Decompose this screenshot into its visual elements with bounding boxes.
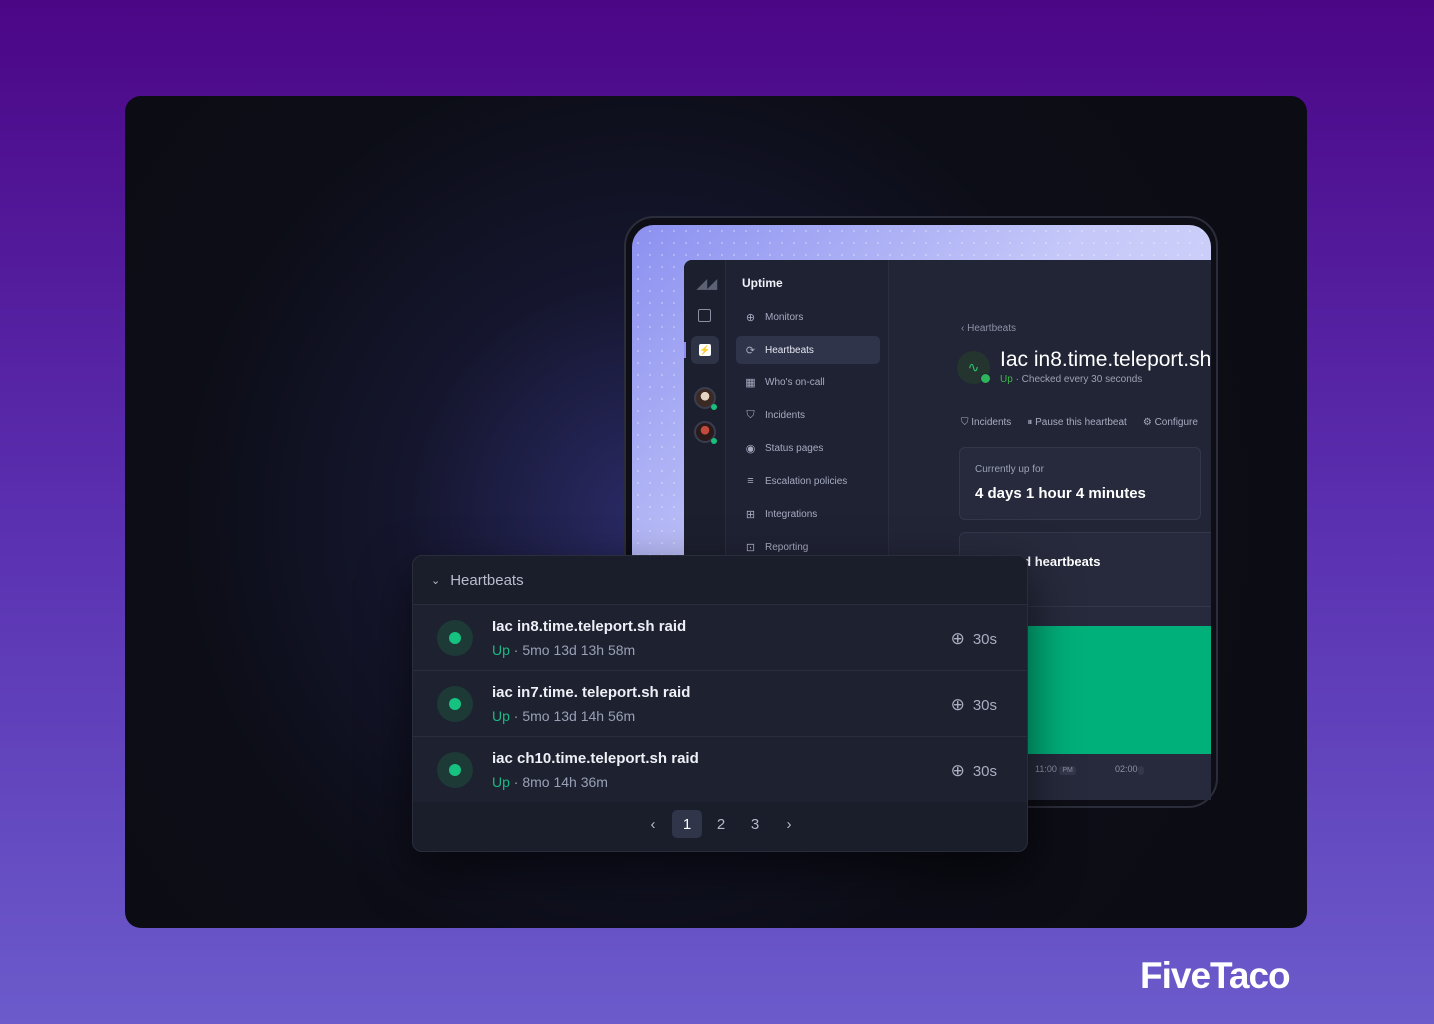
heartbeat-interval: ⊕ 30s — [950, 629, 997, 648]
sidebar-item-heartbeats[interactable]: ⟳ Heartbeats — [736, 336, 880, 364]
sidebar-item-label: Reporting — [765, 541, 809, 553]
sidebar-item-label: Monitors — [765, 311, 804, 323]
page-3-button[interactable]: 3 — [740, 810, 770, 838]
heartbeat-name: iac ch10.time.teleport.sh raid — [492, 750, 699, 767]
escalation-icon: ≡ — [747, 475, 754, 487]
incidents-action[interactable]: ⛉ Incidents — [961, 417, 1011, 428]
globe-icon: ⊕ — [950, 761, 965, 780]
page-1-button[interactable]: 1 — [672, 810, 702, 838]
prev-page-button[interactable]: ‹ — [638, 810, 668, 838]
active-indicator — [684, 342, 686, 358]
configure-action[interactable]: ⚙ Configure — [1143, 417, 1198, 428]
sidebar-item-incidents[interactable]: ⛉ Incidents — [736, 401, 880, 429]
reporting-icon: ⊡ — [745, 541, 756, 554]
sidebar-item-label: Who's on-call — [765, 376, 825, 388]
avatar[interactable] — [694, 421, 717, 444]
chevron-down-icon: ⌄ — [431, 575, 441, 587]
heartbeat-status: Up · 8mo 14h 36m — [492, 774, 608, 790]
calendar-icon: ▦ — [745, 376, 756, 389]
sidebar-item-label: Integrations — [765, 508, 818, 520]
page-title: Iac in8.time.teleport.sh raid — [1000, 348, 1211, 371]
pause-heartbeat-action[interactable]: ⏸ Pause this heartbeat — [1027, 417, 1127, 428]
brand-logo: FiveTaco — [1140, 955, 1291, 996]
uptime-card: Currently up for 4 days 1 hour 4 minutes — [959, 447, 1201, 520]
sidebar-item-who-s-on-call[interactable]: ▦ Who's on-call — [736, 368, 880, 396]
sidebar-item-status-pages[interactable]: ◉ Status pages — [736, 434, 880, 462]
globe-icon: ⊕ — [950, 629, 965, 648]
gear-icon: ⚙ — [1142, 417, 1155, 428]
logo-icon: ◢◢ — [697, 276, 717, 291]
heartbeat-interval: ⊕ 30s — [950, 761, 997, 780]
sidebar-item-monitors[interactable]: ⊕ Monitors — [736, 303, 880, 331]
uptime-value: 4 days 1 hour 4 minutes — [975, 485, 1146, 502]
section-title: Uptime — [742, 276, 783, 290]
page-2-button[interactable]: 2 — [706, 810, 736, 838]
status-dot-icon — [437, 752, 473, 788]
heartbeat-name: Iac in8.time.teleport.sh raid — [492, 618, 687, 635]
sidebar-item-escalation-policies[interactable]: ≡ Escalation policies — [736, 467, 880, 495]
sidebar-item-label: Incidents — [765, 409, 806, 421]
action-bar: ⛉ Incidents ⏸ Pause this heartbeat ⚙ Con… — [961, 417, 1198, 428]
sidebar-item-label: Escalation policies — [765, 475, 848, 487]
breadcrumb[interactable]: ‹ Heartbeats — [961, 323, 1016, 334]
pagination: ‹ 123 › — [413, 810, 1027, 838]
sidebar-item-label: Status pages — [765, 442, 824, 454]
integrations-icon: ⊞ — [745, 508, 756, 521]
heartbeat-status-icon: ∿ — [957, 351, 991, 384]
status-dot-icon — [437, 686, 473, 722]
shield-icon: ⛉ — [961, 417, 972, 428]
shield-icon: ⛉ — [746, 408, 755, 421]
collapse-icon[interactable] — [698, 309, 711, 322]
uptime-label: Currently up for — [975, 464, 1044, 475]
list-item[interactable]: iac ch10.time.teleport.sh raid Up · 8mo … — [413, 736, 1027, 802]
heartbeat-name: iac in7.time. teleport.sh raid — [492, 684, 691, 701]
heartbeat-status: Up · 5mo 13d 14h 56m — [492, 708, 636, 724]
x-tick-label: 11:00 PM — [1035, 764, 1076, 775]
status-line: Up · Checked every 30 seconds — [1000, 374, 1143, 385]
uptime-app-button[interactable]: ⚡ — [691, 336, 719, 364]
sidebar-item-label: Heartbeats — [765, 344, 814, 356]
refresh-icon: ⟳ — [745, 344, 756, 357]
panel-header[interactable]: ⌄ Heartbeats — [431, 572, 524, 589]
status-dot-icon — [437, 620, 473, 656]
heartbeat-status: Up · 5mo 13d 13h 58m — [492, 642, 636, 658]
next-page-button[interactable]: › — [774, 810, 804, 838]
x-tick-label: 02:00 — [1115, 764, 1144, 775]
globe-icon: ⊕ — [950, 695, 965, 714]
list-item[interactable]: Iac in8.time.teleport.sh raid Up · 5mo 1… — [413, 604, 1027, 670]
globe-icon: ⊕ — [745, 311, 756, 324]
sidebar-item-integrations[interactable]: ⊞ Integrations — [736, 500, 880, 528]
broadcast-icon: ◉ — [745, 442, 756, 455]
avatar[interactable] — [694, 387, 717, 410]
list-item[interactable]: iac in7.time. teleport.sh raid Up · 5mo … — [413, 670, 1027, 736]
heartbeats-panel: ⌄ Heartbeats Iac in8.time.teleport.sh rai… — [412, 555, 1028, 852]
heartbeat-interval: ⊕ 30s — [950, 695, 997, 714]
pause-icon: ⏸ — [1027, 417, 1036, 428]
bolt-icon: ⚡ — [699, 344, 711, 356]
